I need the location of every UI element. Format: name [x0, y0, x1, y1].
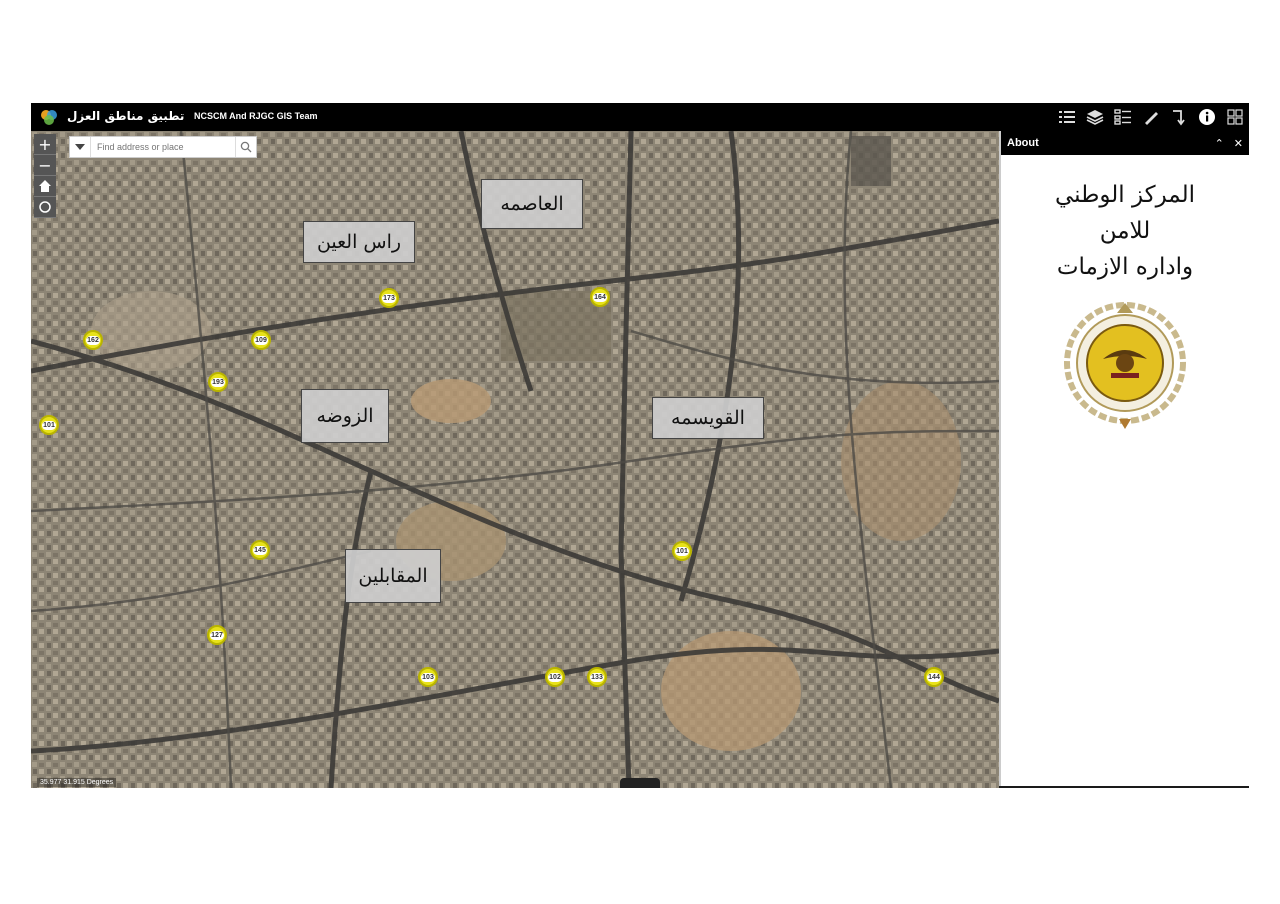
about-content: المركز الوطني للامن واداره الازمات [1001, 177, 1249, 285]
org-name-line1: المركز الوطني [1054, 182, 1196, 208]
legend-icon[interactable] [1109, 103, 1137, 131]
attribute-table-toggle[interactable] [620, 778, 660, 788]
home-icon [39, 180, 51, 192]
satellite-imagery [31, 131, 999, 788]
about-panel-title: About [1007, 137, 1039, 149]
map-view[interactable]: + − العاصمه راس العين الزوضه القويسمه ال… [31, 131, 999, 788]
close-icon[interactable]: ✕ [1234, 137, 1243, 150]
search-button[interactable] [235, 137, 256, 157]
cluster-marker[interactable]: 173 [379, 288, 399, 308]
cluster-marker[interactable]: 133 [587, 667, 607, 687]
search-widget [69, 136, 257, 158]
cluster-marker[interactable]: 103 [418, 667, 438, 687]
cluster-marker[interactable]: 144 [924, 667, 944, 687]
app-logo-icon [41, 110, 57, 125]
zoom-out-button[interactable]: − [34, 155, 56, 176]
basemap-icon[interactable] [1221, 103, 1249, 131]
toolbar [1053, 103, 1249, 131]
collapse-icon[interactable]: ⌃ [1215, 137, 1224, 150]
cluster-marker[interactable]: 162 [83, 330, 103, 350]
cluster-marker[interactable]: 127 [207, 625, 227, 645]
district-label-asimah: العاصمه [481, 179, 583, 229]
org-emblem [1064, 302, 1186, 429]
measure-icon[interactable] [1137, 103, 1165, 131]
district-label-quwaysimah: القويسمه [652, 397, 764, 439]
district-label-rawda: الزوضه [301, 389, 389, 443]
zoom-in-button[interactable]: + [34, 134, 56, 155]
locate-button[interactable] [34, 197, 56, 218]
layers-icon[interactable] [1081, 103, 1109, 131]
cluster-marker[interactable]: 109 [251, 330, 271, 350]
zoom-controls: + − [34, 134, 56, 218]
about-panel-header: About ⌃ ✕ [1001, 131, 1249, 155]
locate-icon [39, 201, 51, 213]
cluster-marker[interactable]: 193 [208, 372, 228, 392]
app-title: تطبيق مناطق العزل [67, 109, 185, 123]
caret-down-icon [75, 144, 85, 150]
cluster-marker[interactable]: 164 [590, 287, 610, 307]
app-header: تطبيق مناطق العزل NCSCM And RJGC GIS Tea… [31, 103, 1249, 131]
org-name-line2: للامن [1099, 218, 1151, 244]
coordinate-readout: 35.977 31.915 Degrees [37, 778, 117, 787]
cluster-marker[interactable]: 145 [250, 540, 270, 560]
app-subtitle: NCSCM And RJGC GIS Team [194, 111, 318, 121]
directions-icon[interactable] [1165, 103, 1193, 131]
cluster-marker[interactable]: 101 [39, 415, 59, 435]
app-window: تطبيق مناطق العزل NCSCM And RJGC GIS Tea… [31, 103, 1249, 788]
about-panel: About ⌃ ✕ المركز الوطني للامن واداره الا… [999, 131, 1249, 786]
search-source-dropdown[interactable] [70, 137, 91, 157]
list-icon[interactable] [1053, 103, 1081, 131]
search-icon [240, 141, 252, 153]
cluster-marker[interactable]: 102 [545, 667, 565, 687]
org-name-line3: واداره الازمات [1056, 254, 1194, 280]
cluster-marker[interactable]: 101 [672, 541, 692, 561]
search-input[interactable] [91, 142, 235, 152]
info-icon[interactable] [1193, 103, 1221, 131]
home-button[interactable] [34, 176, 56, 197]
district-label-ras-alein: راس العين [303, 221, 415, 263]
panel-controls: ⌃ ✕ [1215, 137, 1243, 150]
district-label-muqabalayn: المقابلين [345, 549, 441, 603]
